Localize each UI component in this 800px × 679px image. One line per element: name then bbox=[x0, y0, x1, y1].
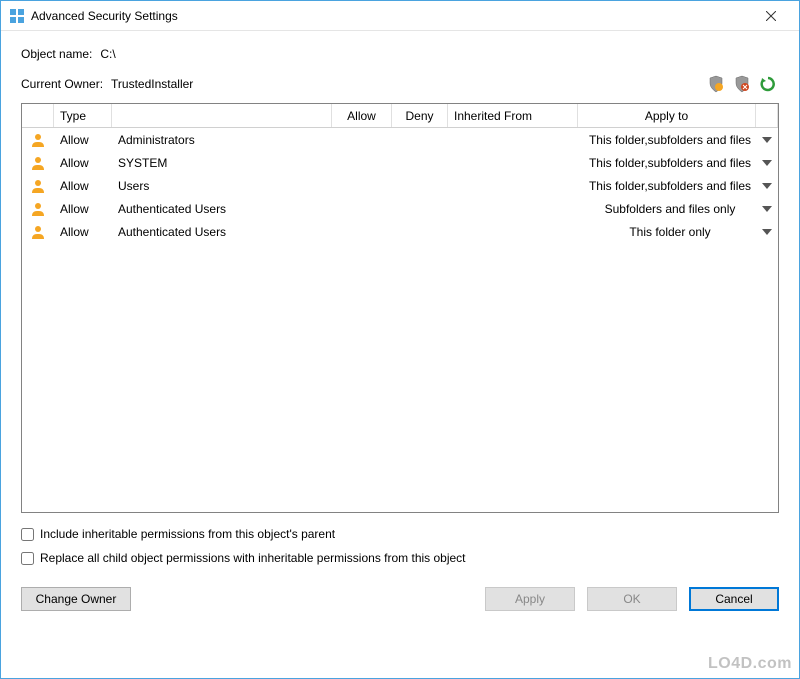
table-body: AllowAdministratorsThis folder,subfolder… bbox=[22, 128, 778, 512]
col-dropdown-header[interactable] bbox=[756, 104, 778, 127]
chevron-down-icon[interactable] bbox=[756, 174, 778, 197]
col-name-header[interactable] bbox=[112, 104, 332, 127]
row-allow bbox=[332, 151, 392, 174]
button-row: Change Owner Apply OK Cancel bbox=[21, 587, 779, 611]
shield-red-icon[interactable] bbox=[731, 73, 753, 95]
user-icon bbox=[22, 220, 54, 243]
window-title: Advanced Security Settings bbox=[31, 9, 751, 23]
row-allow bbox=[332, 174, 392, 197]
user-icon bbox=[22, 174, 54, 197]
permissions-table: Type Allow Deny Inherited From Apply to … bbox=[21, 103, 779, 513]
table-row[interactable]: AllowAdministrators This folder,subfolder… bbox=[22, 128, 778, 151]
user-icon bbox=[22, 197, 54, 220]
col-icon-header[interactable] bbox=[22, 104, 54, 127]
change-owner-button[interactable]: Change Owner bbox=[21, 587, 131, 611]
row-type: Allow bbox=[54, 220, 112, 243]
toolbar-icons bbox=[705, 73, 779, 95]
row-principal: SYSTEM bbox=[112, 151, 332, 174]
row-inherited bbox=[448, 197, 578, 220]
close-button[interactable] bbox=[751, 4, 791, 28]
row-principal: Authenticated Users bbox=[112, 220, 332, 243]
shield-orange-icon[interactable] bbox=[705, 73, 727, 95]
row-apply-to: This folder,subfolders and files bbox=[578, 151, 756, 174]
inherit-checkbox[interactable] bbox=[21, 528, 34, 541]
row-deny bbox=[392, 128, 448, 151]
row-apply-to: Subfolders and files only bbox=[578, 197, 756, 220]
inherit-checkbox-row[interactable]: Include inheritable permissions from thi… bbox=[21, 527, 779, 541]
row-type: Allow bbox=[54, 151, 112, 174]
object-name-label: Object name: bbox=[21, 47, 92, 61]
cancel-button[interactable]: Cancel bbox=[689, 587, 779, 611]
replace-checkbox-label: Replace all child object permissions wit… bbox=[40, 551, 466, 565]
row-type: Allow bbox=[54, 128, 112, 151]
dialog-window: Advanced Security Settings Object name: … bbox=[0, 0, 800, 679]
row-apply-to: This folder,subfolders and files bbox=[578, 128, 756, 151]
chevron-down-icon[interactable] bbox=[756, 128, 778, 151]
row-inherited bbox=[448, 220, 578, 243]
row-deny bbox=[392, 220, 448, 243]
chevron-down-icon[interactable] bbox=[756, 151, 778, 174]
table-row[interactable]: AllowSYSTEM This folder,subfolders and fi… bbox=[22, 151, 778, 174]
row-allow bbox=[332, 128, 392, 151]
row-principal: Users bbox=[112, 174, 332, 197]
row-allow bbox=[332, 197, 392, 220]
row-deny bbox=[392, 174, 448, 197]
inherit-checkbox-label: Include inheritable permissions from thi… bbox=[40, 527, 335, 541]
app-icon bbox=[9, 8, 25, 24]
table-row[interactable]: AllowAuthenticated Users This folder only bbox=[22, 220, 778, 243]
replace-checkbox-row[interactable]: Replace all child object permissions wit… bbox=[21, 551, 779, 565]
row-deny bbox=[392, 151, 448, 174]
row-type: Allow bbox=[54, 174, 112, 197]
object-name-value: C:\ bbox=[100, 47, 115, 61]
titlebar: Advanced Security Settings bbox=[1, 1, 799, 31]
col-allow-header[interactable]: Allow bbox=[332, 104, 392, 127]
owner-value: TrustedInstaller bbox=[111, 77, 193, 91]
table-row[interactable]: AllowAuthenticated Users Subfolders and f… bbox=[22, 197, 778, 220]
row-principal: Authenticated Users bbox=[112, 197, 332, 220]
content-area: Object name: C:\ Current Owner: TrustedI… bbox=[1, 31, 799, 678]
row-allow bbox=[332, 220, 392, 243]
checkbox-section: Include inheritable permissions from thi… bbox=[21, 527, 779, 565]
row-inherited bbox=[448, 151, 578, 174]
row-principal: Administrators bbox=[112, 128, 332, 151]
owner-label: Current Owner: bbox=[21, 77, 103, 91]
row-type: Allow bbox=[54, 197, 112, 220]
row-inherited bbox=[448, 128, 578, 151]
table-header: Type Allow Deny Inherited From Apply to bbox=[22, 104, 778, 128]
replace-checkbox[interactable] bbox=[21, 552, 34, 565]
col-deny-header[interactable]: Deny bbox=[392, 104, 448, 127]
row-apply-to: This folder,subfolders and files bbox=[578, 174, 756, 197]
apply-button: Apply bbox=[485, 587, 575, 611]
object-name-row: Object name: C:\ bbox=[21, 47, 779, 61]
ok-button: OK bbox=[587, 587, 677, 611]
chevron-down-icon[interactable] bbox=[756, 220, 778, 243]
row-deny bbox=[392, 197, 448, 220]
refresh-icon[interactable] bbox=[757, 73, 779, 95]
chevron-down-icon[interactable] bbox=[756, 197, 778, 220]
table-row[interactable]: AllowUsers This folder,subfolders and fil… bbox=[22, 174, 778, 197]
col-inherited-header[interactable]: Inherited From bbox=[448, 104, 578, 127]
row-apply-to: This folder only bbox=[578, 220, 756, 243]
user-icon bbox=[22, 151, 54, 174]
col-type-header[interactable]: Type bbox=[54, 104, 112, 127]
user-icon bbox=[22, 128, 54, 151]
owner-row: Current Owner: TrustedInstaller bbox=[21, 73, 779, 95]
row-inherited bbox=[448, 174, 578, 197]
col-apply-header[interactable]: Apply to bbox=[578, 104, 756, 127]
